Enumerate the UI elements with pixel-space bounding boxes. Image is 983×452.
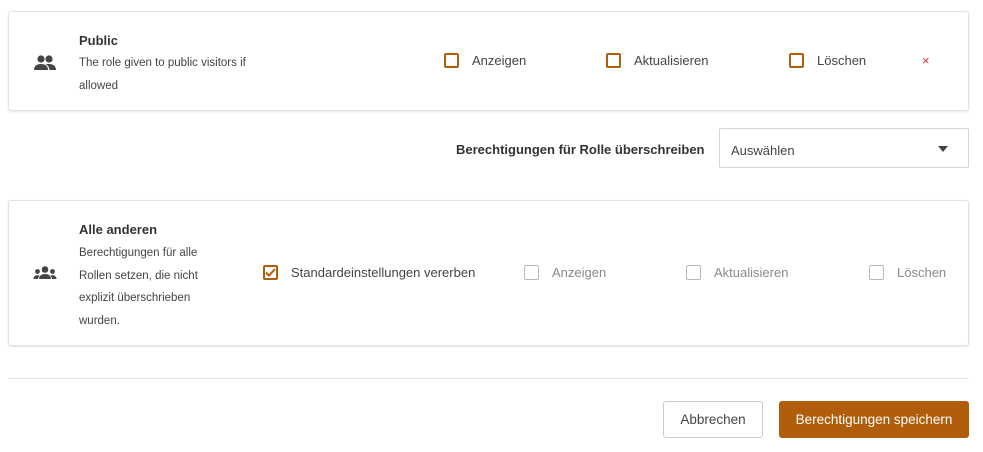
permission-label: Anzeigen (552, 265, 607, 280)
role-title: Alle anderen (79, 222, 158, 237)
role-card-others: Alle anderen Berechtigungen für alle Rol… (8, 200, 969, 346)
checkmark-icon (265, 268, 276, 277)
role-title: Public (79, 33, 119, 48)
caret-down-icon (938, 146, 948, 152)
permission-label: Löschen (817, 53, 867, 68)
checkbox-box-disabled (524, 265, 539, 280)
cancel-button[interactable]: Abbrechen (663, 401, 763, 438)
permission-label: Anzeigen (472, 53, 527, 68)
checkbox-box[interactable] (789, 53, 804, 68)
inherit-defaults-checkbox[interactable]: Standardeinstellungen vererben (263, 265, 475, 280)
role-select-dropdown[interactable]: Auswählen (719, 128, 969, 168)
group-icon (33, 53, 57, 73)
permission-label: Aktualisieren (714, 265, 789, 280)
permission-label: Löschen (897, 265, 947, 280)
role-card-public: Public The role given to public visitors… (8, 11, 969, 111)
override-role-label: Berechtigungen für Rolle überschreiben (456, 142, 705, 157)
permission-delete-checkbox[interactable]: Löschen (789, 53, 866, 68)
permission-view-checkbox[interactable]: Anzeigen (444, 53, 526, 68)
checkbox-box[interactable] (606, 53, 621, 68)
groups-icon (33, 264, 57, 282)
permission-update-checkbox: Aktualisieren (686, 265, 788, 280)
select-value: Auswählen (731, 143, 795, 158)
save-permissions-button[interactable]: Berechtigungen speichern (779, 401, 969, 438)
footer-divider (8, 378, 969, 379)
permission-delete-checkbox: Löschen (869, 265, 946, 280)
permission-update-checkbox[interactable]: Aktualisieren (606, 53, 708, 68)
role-description: The role given to public visitors if all… (79, 57, 246, 92)
checkbox-box-checked[interactable] (263, 265, 278, 280)
permission-view-checkbox: Anzeigen (524, 265, 606, 280)
checkbox-box[interactable] (444, 53, 459, 68)
checkbox-box-disabled (686, 265, 701, 280)
permission-label: Aktualisieren (634, 53, 709, 68)
remove-role-icon[interactable]: × (922, 54, 930, 68)
checkbox-box-disabled (869, 265, 884, 280)
role-description: Berechtigungen für alle Rollen setzen, d… (79, 247, 198, 327)
checkbox-label: Standardeinstellungen vererben (291, 265, 476, 280)
